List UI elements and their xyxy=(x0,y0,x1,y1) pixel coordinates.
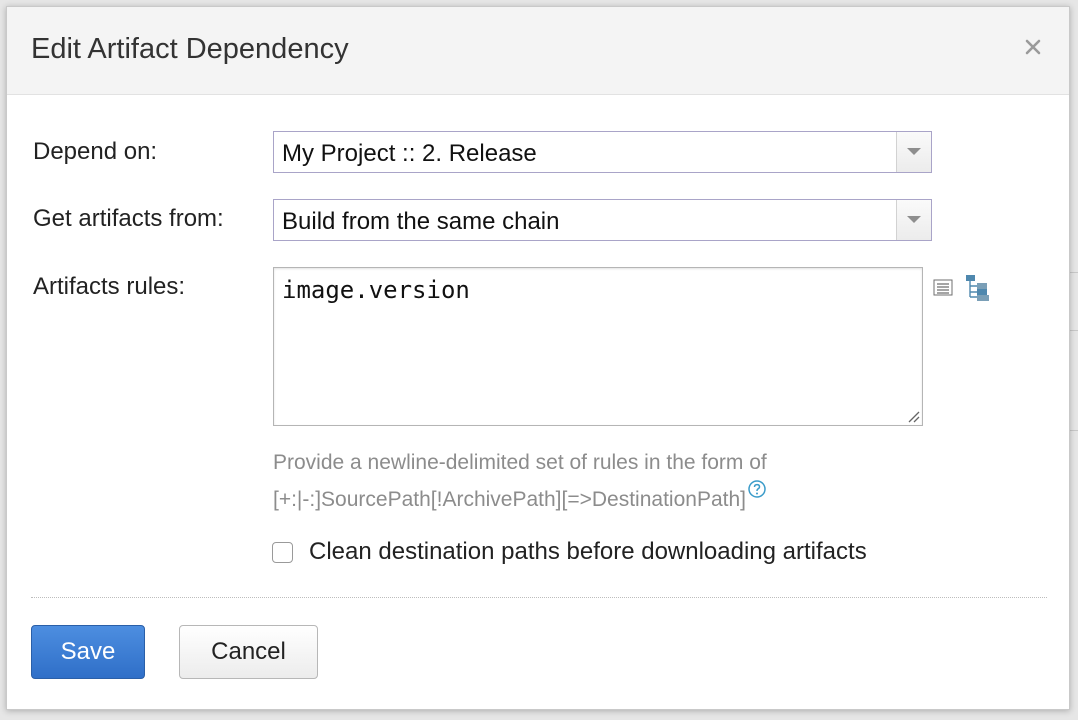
depend-on-value: My Project :: 2. Release xyxy=(282,140,537,167)
help-icon[interactable] xyxy=(748,480,766,498)
footer-divider xyxy=(31,597,1047,598)
tree-icon[interactable] xyxy=(965,274,991,302)
clean-destination-checkbox[interactable] xyxy=(272,542,293,563)
artifacts-rules-textarea[interactable]: image.version xyxy=(273,267,923,426)
edit-artifact-dependency-dialog: Edit Artifact Dependency Depend on: My P… xyxy=(6,6,1070,710)
depend-on-label: Depend on: xyxy=(33,138,158,165)
artifacts-rules-value: image.version xyxy=(282,276,470,304)
rules-hint-line2: [+:|-:]SourcePath[!ArchivePath][=>Destin… xyxy=(273,480,766,512)
close-icon[interactable] xyxy=(1021,35,1045,59)
clean-destination-label[interactable]: Clean destination paths before downloadi… xyxy=(309,538,867,566)
get-artifacts-from-value: Build from the same chain xyxy=(282,208,560,235)
get-artifacts-from-select[interactable]: Build from the same chain xyxy=(273,199,932,241)
depend-on-select[interactable]: My Project :: 2. Release xyxy=(273,131,932,173)
dialog-title: Edit Artifact Dependency xyxy=(31,33,349,65)
chevron-down-icon[interactable] xyxy=(896,200,931,240)
save-button[interactable]: Save xyxy=(31,625,145,679)
chevron-down-icon[interactable] xyxy=(896,132,931,172)
dialog-header: Edit Artifact Dependency xyxy=(7,7,1069,95)
rules-syntax-text: [+:|-:]SourcePath[!ArchivePath][=>Destin… xyxy=(273,488,746,511)
list-icon[interactable] xyxy=(933,279,953,297)
resize-grip-icon[interactable] xyxy=(906,409,920,423)
artifacts-rules-label: Artifacts rules: xyxy=(33,273,186,300)
rules-hint-line1: Provide a newline-delimited set of rules… xyxy=(273,451,767,474)
get-artifacts-from-label: Get artifacts from: xyxy=(33,205,224,232)
cancel-button[interactable]: Cancel xyxy=(179,625,318,679)
